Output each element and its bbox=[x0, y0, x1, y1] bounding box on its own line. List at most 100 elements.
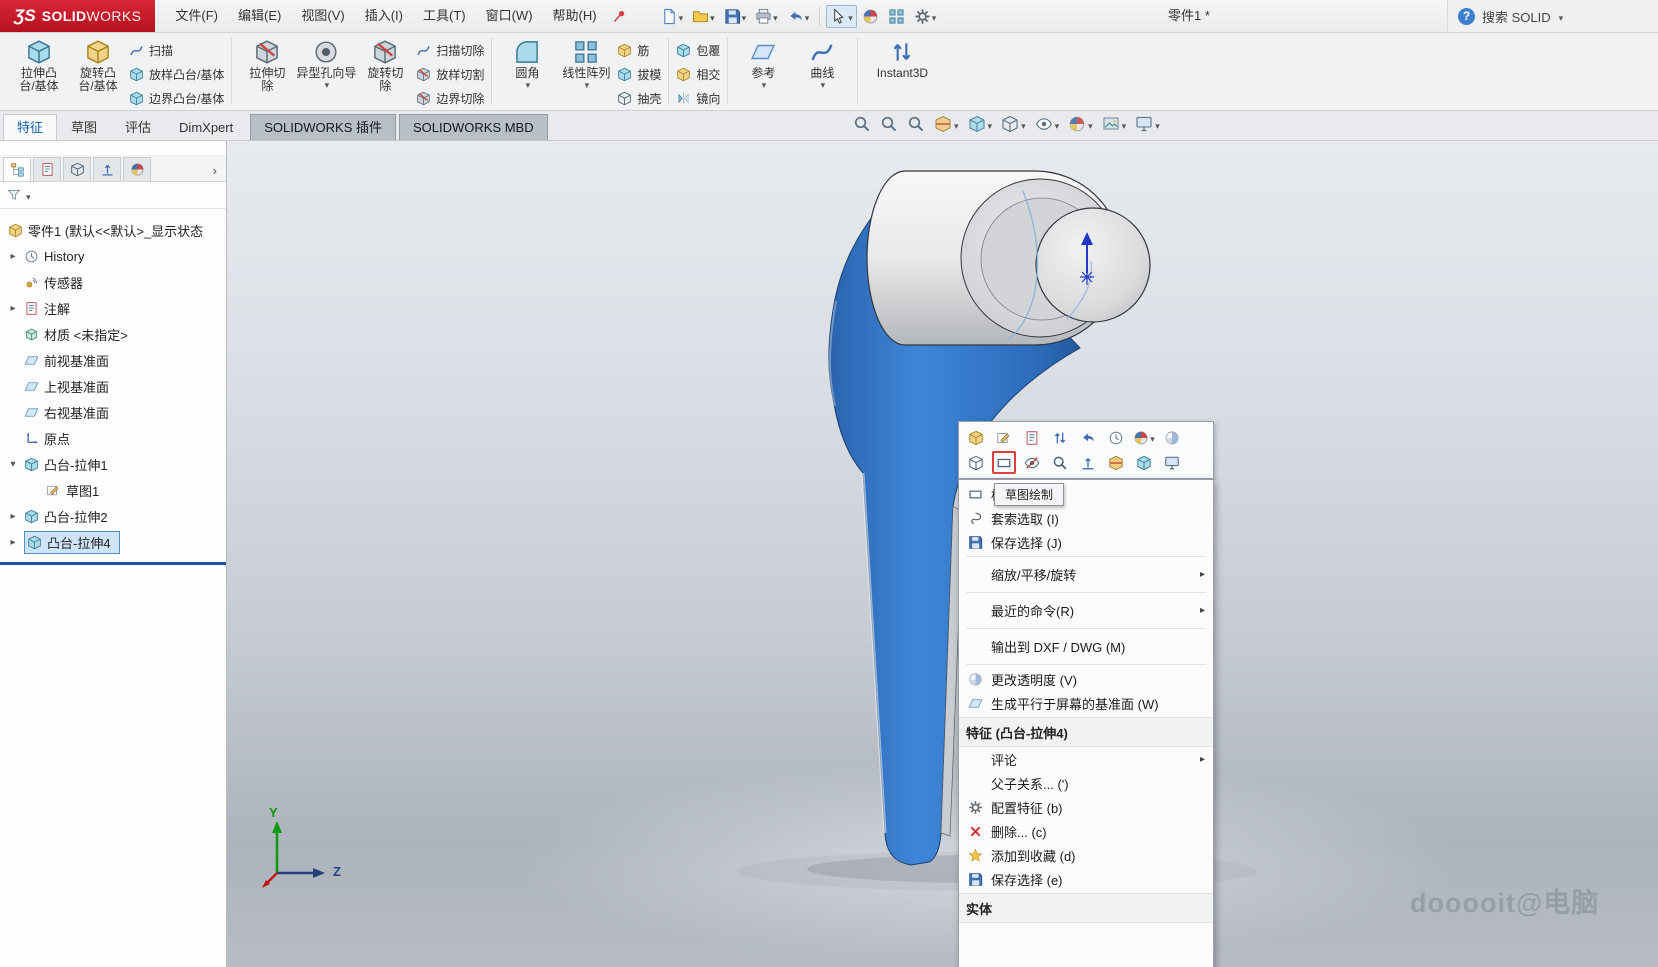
intersect-button[interactable]: 相交 bbox=[676, 66, 720, 83]
hide-button[interactable] bbox=[1020, 451, 1044, 474]
dropdown-caret-icon[interactable] bbox=[584, 80, 590, 89]
tab-property-manager[interactable] bbox=[33, 157, 61, 181]
select-button[interactable] bbox=[826, 5, 857, 28]
linear-pattern-button[interactable]: 线性阵列 bbox=[558, 35, 614, 89]
context-menu-item-recent-commands[interactable]: 最近的命令(R) bbox=[959, 595, 1213, 626]
edit-appearance-button[interactable] bbox=[1068, 115, 1093, 133]
tab-solidworks-mbd[interactable]: SOLIDWORKS MBD bbox=[399, 114, 548, 140]
options-button[interactable] bbox=[910, 5, 941, 28]
menu-window[interactable]: 窗口(W) bbox=[476, 0, 543, 32]
tree-item-sensors[interactable]: 传感器 bbox=[0, 269, 226, 295]
save-button[interactable] bbox=[720, 5, 751, 28]
tab-feature-manager-tree[interactable] bbox=[3, 157, 31, 181]
panel-expand-icon[interactable] bbox=[213, 163, 223, 181]
tab-features[interactable]: 特征 bbox=[3, 114, 57, 140]
context-menu-item-add-to-favorites[interactable]: 添加到收藏 (d) bbox=[959, 843, 1213, 867]
instant3d-button[interactable]: Instant3D bbox=[865, 35, 939, 80]
tree-item-top-plane[interactable]: 上视基准面 bbox=[0, 373, 226, 399]
tab-configuration-manager[interactable] bbox=[63, 157, 91, 181]
dropdown-caret-icon[interactable] bbox=[1054, 117, 1060, 132]
search-caret-icon[interactable] bbox=[1558, 9, 1564, 24]
lofted-cut-button[interactable]: 放样切割 bbox=[416, 66, 484, 83]
extruded-cut-button[interactable]: 拉伸切 除 bbox=[239, 35, 295, 93]
tree-item-boss-extrude4[interactable]: 凸台-拉伸4 bbox=[0, 529, 226, 555]
dropdown-caret-icon[interactable] bbox=[1087, 117, 1093, 132]
rollback-button[interactable] bbox=[1104, 426, 1128, 449]
revolved-cut-button[interactable]: 旋转切 除 bbox=[357, 35, 413, 93]
zoom-fit-button[interactable] bbox=[853, 115, 871, 133]
viewport-3d[interactable]: Y Z bbox=[227, 141, 1658, 967]
draft-button[interactable]: 拔模 bbox=[617, 66, 661, 83]
context-menu-item-configure-feature[interactable]: 配置特征 (b) bbox=[959, 795, 1213, 819]
display-options-button[interactable] bbox=[884, 5, 909, 28]
hide-show-items-button[interactable] bbox=[1035, 115, 1060, 133]
tree-item-right-plane[interactable]: 右视基准面 bbox=[0, 399, 226, 425]
rib-button[interactable]: 筋 bbox=[617, 42, 661, 59]
transparency-preview-button[interactable] bbox=[1160, 426, 1184, 449]
dropdown-caret-icon[interactable] bbox=[1121, 117, 1127, 132]
selection-filter-button[interactable] bbox=[858, 5, 883, 28]
hole-wizard-button[interactable]: 异型孔向导 bbox=[298, 35, 354, 89]
tab-display-manager[interactable] bbox=[123, 157, 151, 181]
view-settings-button[interactable] bbox=[1135, 115, 1160, 133]
expand-arrow-icon[interactable] bbox=[7, 303, 19, 314]
print-button[interactable] bbox=[751, 5, 782, 28]
feature-properties-button[interactable] bbox=[1020, 426, 1044, 449]
tree-filter-bar[interactable] bbox=[0, 182, 226, 209]
dropdown-caret-icon[interactable] bbox=[820, 80, 826, 89]
wrap-button[interactable]: 包覆 bbox=[676, 42, 720, 59]
dropdown-caret-icon[interactable] bbox=[1149, 430, 1155, 445]
section-view-button[interactable] bbox=[1104, 451, 1128, 474]
normal-to-button[interactable] bbox=[1076, 451, 1100, 474]
context-menu-item-zoom-pan-rotate[interactable]: 缩放/平移/旋转 bbox=[959, 559, 1213, 590]
context-menu-item-save-selection2[interactable]: 保存选择 (e) bbox=[959, 867, 1213, 891]
lofted-boss-base-button[interactable]: 放样凸台/基体 bbox=[129, 66, 224, 83]
revolved-boss-base-button[interactable]: 旋转凸 台/基体 bbox=[70, 35, 126, 93]
dropdown-caret-icon[interactable] bbox=[761, 80, 767, 89]
rollback-bar[interactable] bbox=[0, 562, 226, 565]
tree-item-front-plane[interactable]: 前视基准面 bbox=[0, 347, 226, 373]
menu-tools[interactable]: 工具(T) bbox=[413, 0, 476, 32]
tab-sketch[interactable]: 草图 bbox=[57, 114, 111, 140]
dropdown-caret-icon[interactable] bbox=[804, 9, 810, 24]
context-menu-item-lasso-select[interactable]: 套索选取 (I) bbox=[959, 506, 1213, 530]
context-menu-item-export-dxf-dwg[interactable]: 输出到 DXF / DWG (M) bbox=[959, 631, 1213, 662]
dropdown-caret-icon[interactable] bbox=[324, 80, 330, 89]
sketch-button[interactable] bbox=[992, 451, 1016, 474]
shell-button[interactable]: 抽壳 bbox=[617, 90, 661, 107]
fillet-button[interactable]: 圆角 bbox=[499, 35, 555, 89]
context-menu-item-parent-child[interactable]: 父子关系... (') bbox=[959, 771, 1213, 795]
part-boss-circle[interactable] bbox=[1036, 208, 1150, 322]
collapse-arrow-icon[interactable] bbox=[7, 459, 19, 470]
dropdown-caret-icon[interactable] bbox=[953, 117, 959, 132]
context-menu-item-create-plane-parallel-screen[interactable]: 生成平行于屏幕的基准面 (W) bbox=[959, 691, 1213, 715]
pin-menu-button[interactable] bbox=[609, 5, 631, 27]
dropdown-caret-icon[interactable] bbox=[709, 9, 715, 24]
tab-dimxpert[interactable]: DimXpert bbox=[165, 114, 247, 140]
help-icon[interactable] bbox=[1458, 8, 1475, 25]
suppress-button[interactable] bbox=[1048, 426, 1072, 449]
view-orientation-button[interactable] bbox=[1132, 451, 1156, 474]
expand-arrow-icon[interactable] bbox=[7, 511, 19, 522]
menu-file[interactable]: 文件(F) bbox=[165, 0, 228, 32]
tree-item-sketch1[interactable]: 草图1 bbox=[0, 477, 226, 503]
dropdown-caret-icon[interactable] bbox=[772, 9, 778, 24]
tree-root-part[interactable]: 零件1 (默认<<默认>_显示状态 bbox=[0, 217, 226, 243]
tree-item-boss-extrude1[interactable]: 凸台-拉伸1 bbox=[0, 451, 226, 477]
mirror-button[interactable]: 镜向 bbox=[676, 90, 720, 107]
search-input[interactable]: 搜索 SOLID bbox=[1482, 7, 1551, 26]
display-style-button[interactable] bbox=[1001, 115, 1026, 133]
tree-item-boss-extrude2[interactable]: 凸台-拉伸2 bbox=[0, 503, 226, 529]
undo-button[interactable] bbox=[1076, 426, 1100, 449]
section-view-button[interactable] bbox=[934, 115, 959, 133]
dropdown-caret-icon[interactable] bbox=[1020, 117, 1026, 132]
zoom-to-selection-button[interactable] bbox=[1048, 451, 1072, 474]
boundary-cut-button[interactable]: 边界切除 bbox=[416, 90, 484, 107]
tab-dimxpert-manager[interactable] bbox=[93, 157, 121, 181]
swept-boss-base-button[interactable]: 扫描 bbox=[129, 42, 224, 59]
tab-evaluate[interactable]: 评估 bbox=[111, 114, 165, 140]
expand-arrow-icon[interactable] bbox=[7, 251, 19, 262]
tree-item-annotations[interactable]: 注解 bbox=[0, 295, 226, 321]
view-orientation-button[interactable] bbox=[968, 115, 993, 133]
context-menu-item-delete[interactable]: 删除... (c) bbox=[959, 819, 1213, 843]
